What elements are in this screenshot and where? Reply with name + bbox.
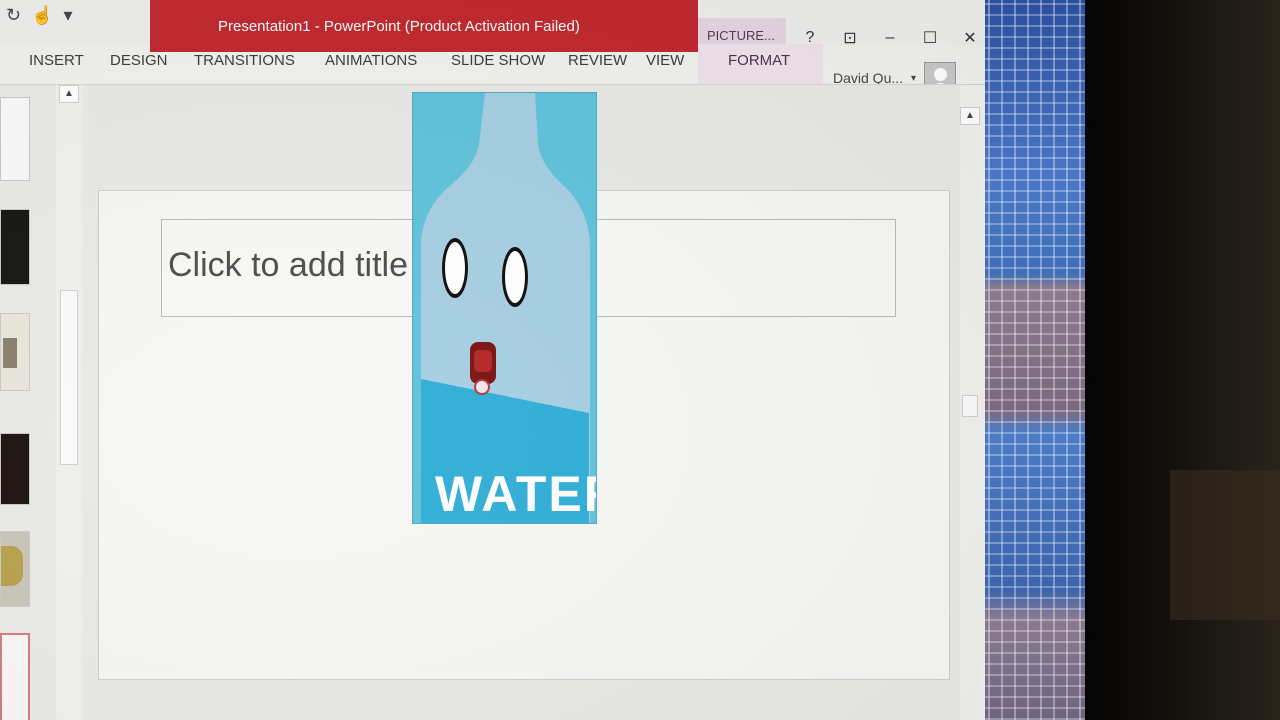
tab-format[interactable]: FORMAT — [698, 44, 823, 84]
water-bottle-image — [413, 93, 596, 523]
tab-design[interactable]: DESIGN — [110, 44, 168, 84]
tab-slide-show[interactable]: SLIDE SHOW — [451, 44, 545, 84]
scroll-up-icon[interactable]: ▲ — [960, 107, 980, 125]
thumbnail-image — [1, 546, 23, 586]
background-dark-room — [1085, 0, 1280, 720]
redo-icon[interactable]: ↻ — [6, 5, 21, 26]
quick-access-toolbar: ↻ ☝ ▾ — [0, 0, 150, 30]
tab-animations[interactable]: ANIMATIONS — [325, 44, 417, 84]
tab-insert[interactable]: INSERT — [29, 44, 84, 84]
touch-mode-icon[interactable]: ☝ — [31, 5, 53, 26]
water-label-text: WATER — [435, 466, 596, 522]
inserted-picture-water-bottle[interactable]: WATER — [412, 92, 597, 524]
slide-thumbnail[interactable] — [0, 433, 30, 505]
thumbnail-image — [3, 338, 17, 368]
slide-thumbnail[interactable] — [0, 97, 30, 181]
powerpoint-window: ↻ ☝ ▾ Presentation1 - PowerPoint (Produc… — [0, 0, 985, 720]
scroll-up-icon[interactable]: ▲ — [59, 85, 79, 103]
slide-thumbnail-selected[interactable] — [0, 633, 30, 720]
title-bar: ↻ ☝ ▾ Presentation1 - PowerPoint (Produc… — [0, 0, 985, 52]
chevron-down-icon[interactable]: ▾ — [911, 73, 916, 84]
background-mosaic-wall — [975, 0, 1085, 720]
background-furniture — [1170, 470, 1280, 620]
title-placeholder-text[interactable]: Click to add title — [168, 246, 408, 285]
window-title: Presentation1 - PowerPoint (Product Acti… — [218, 18, 580, 35]
thumbnail-scroll-thumb[interactable] — [60, 290, 78, 465]
editor-vertical-scrollbar[interactable]: ▲ — [960, 105, 980, 720]
editor-scroll-thumb[interactable] — [962, 395, 978, 417]
slide-thumbnail[interactable] — [0, 209, 30, 285]
tab-review[interactable]: REVIEW — [568, 44, 627, 84]
slide-thumbnail[interactable] — [0, 313, 30, 391]
slide-thumbnail-pane: ▲ — [0, 85, 90, 720]
customize-toolbar-icon[interactable]: ▾ — [64, 5, 73, 26]
tab-transitions[interactable]: TRANSITIONS — [194, 44, 295, 84]
slide-thumbnail[interactable] — [0, 531, 30, 607]
tab-view[interactable]: VIEW — [646, 44, 684, 84]
thumbnail-scrollbar[interactable]: ▲ — [56, 85, 82, 720]
